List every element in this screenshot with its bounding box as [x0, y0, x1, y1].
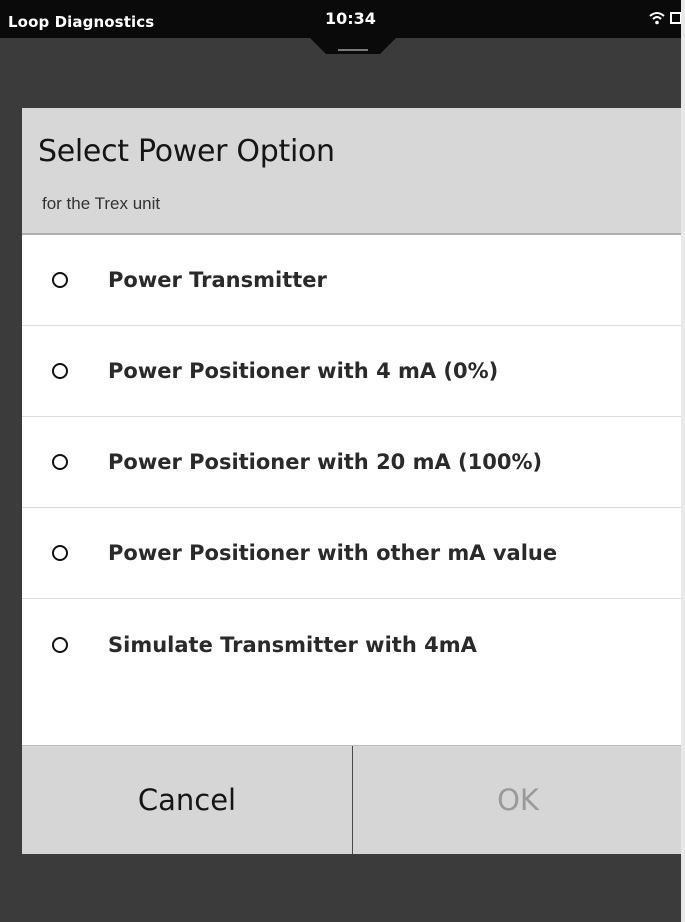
option-simulate-transmitter[interactable]: Simulate Transmitter with 4mA	[22, 599, 683, 690]
wifi-icon	[649, 12, 665, 25]
dialog-subtitle: for the Trex unit	[42, 194, 161, 213]
option-power-positioner-other[interactable]: Power Positioner with other mA value	[22, 508, 683, 599]
pull-down-notch[interactable]	[310, 38, 396, 56]
dialog-title: Select Power Option	[38, 134, 335, 169]
status-time: 10:34	[325, 9, 376, 28]
ok-button[interactable]: OK	[353, 746, 683, 854]
option-label: Power Transmitter	[108, 268, 327, 292]
radio-button[interactable]	[52, 363, 68, 379]
radio-button[interactable]	[52, 545, 68, 561]
status-bar: Loop Diagnostics 10:34	[0, 0, 685, 38]
radio-button[interactable]	[52, 454, 68, 470]
dialog-header: Select Power Option for the Trex unit	[22, 108, 683, 235]
device-bezel	[681, 0, 685, 922]
power-option-dialog: Select Power Option for the Trex unit Po…	[22, 108, 683, 854]
option-label: Simulate Transmitter with 4mA	[108, 632, 477, 657]
radio-button[interactable]	[52, 272, 68, 288]
radio-button[interactable]	[52, 636, 68, 653]
power-options-list: Power Transmitter Power Positioner with …	[22, 235, 683, 743]
option-label: Power Positioner with other mA value	[108, 541, 558, 565]
option-power-positioner-20ma[interactable]: Power Positioner with 20 mA (100%)	[22, 417, 683, 508]
cancel-button[interactable]: Cancel	[22, 746, 352, 854]
option-label: Power Positioner with 4 mA (0%)	[108, 359, 499, 383]
device-screen: Loop Diagnostics 10:34 Select Power Opti…	[0, 0, 685, 922]
status-app-name: Loop Diagnostics	[8, 13, 155, 31]
option-power-positioner-4ma[interactable]: Power Positioner with 4 mA (0%)	[22, 326, 683, 417]
option-power-transmitter[interactable]: Power Transmitter	[22, 235, 683, 326]
dialog-button-row: Cancel OK	[22, 745, 683, 854]
option-label: Power Positioner with 20 mA (100%)	[108, 450, 543, 474]
